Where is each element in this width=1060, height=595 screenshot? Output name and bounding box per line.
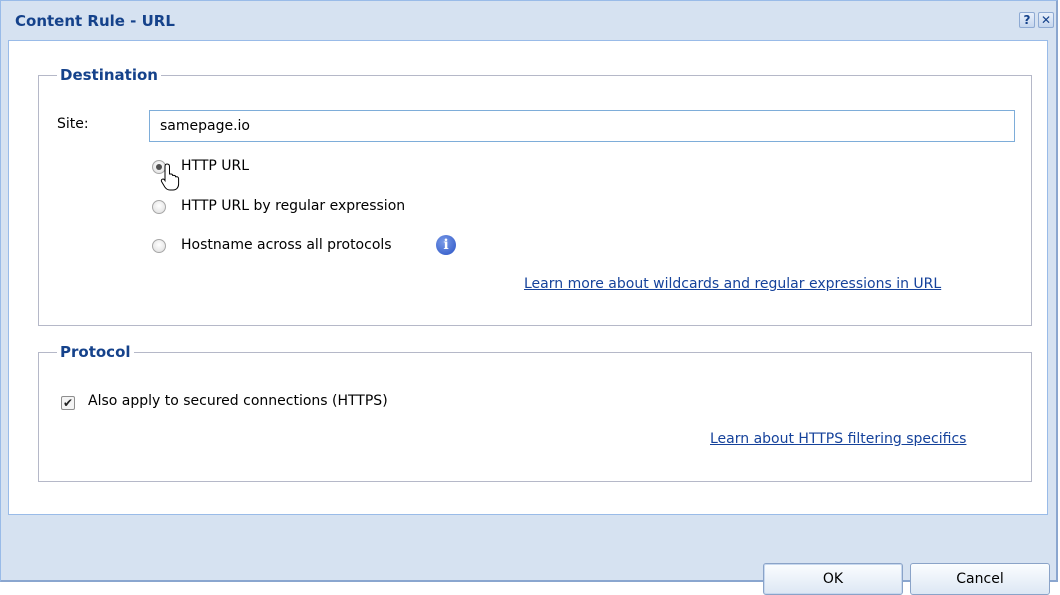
radio-hostname-all-protocols[interactable] xyxy=(152,239,166,253)
mouse-cursor-icon xyxy=(160,163,180,191)
dialog-title: Content Rule - URL xyxy=(15,12,175,30)
radio-hostname-label[interactable]: Hostname across all protocols xyxy=(181,237,392,253)
close-icon[interactable]: ✕ xyxy=(1038,12,1054,28)
radio-http-url-label[interactable]: HTTP URL xyxy=(181,158,249,174)
protocol-fieldset: Protocol xyxy=(38,343,1032,482)
site-label: Site: xyxy=(57,116,89,132)
help-icon[interactable]: ? xyxy=(1019,12,1035,28)
destination-legend: Destination xyxy=(60,66,158,84)
cancel-button[interactable]: Cancel xyxy=(910,563,1050,595)
title-bar: Content Rule - URL ? ✕ xyxy=(1,1,1056,41)
https-filtering-link[interactable]: Learn about HTTPS filtering specifics xyxy=(710,431,966,447)
site-input[interactable] xyxy=(149,110,1015,142)
ok-button[interactable]: OK xyxy=(763,563,903,595)
https-checkbox[interactable]: ✔ xyxy=(61,396,75,410)
https-checkbox-label[interactable]: Also apply to secured connections (HTTPS… xyxy=(88,393,388,409)
learn-more-wildcards-link[interactable]: Learn more about wildcards and regular e… xyxy=(524,276,941,292)
info-icon[interactable]: i xyxy=(436,235,456,255)
radio-http-url-regex[interactable] xyxy=(152,200,166,214)
radio-http-url-regex-label[interactable]: HTTP URL by regular expression xyxy=(181,198,405,214)
protocol-legend: Protocol xyxy=(60,343,131,361)
